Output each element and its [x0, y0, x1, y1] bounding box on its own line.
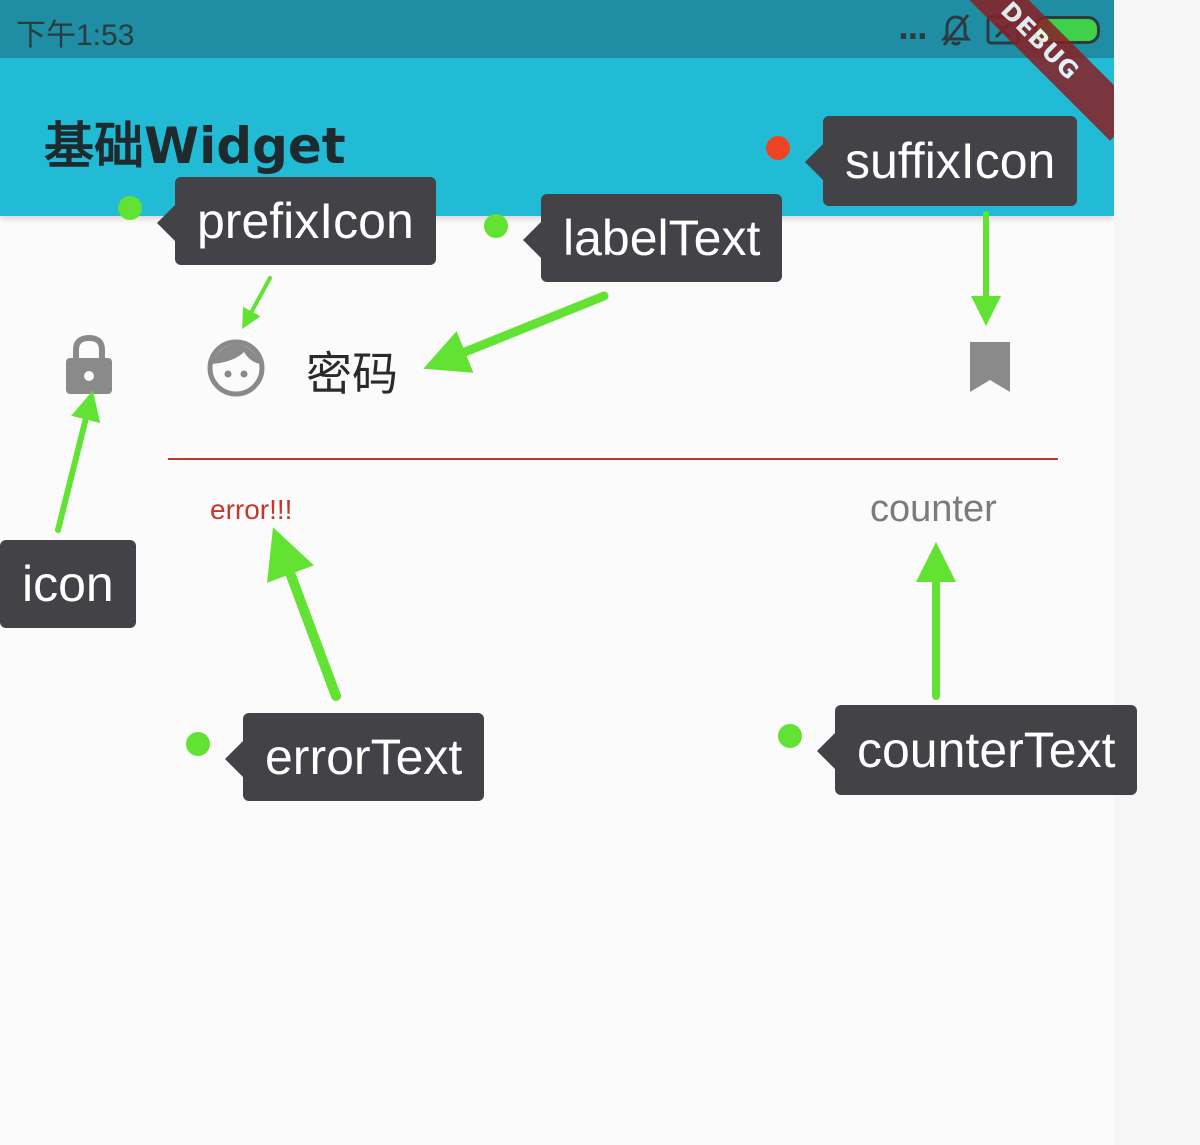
- password-label[interactable]: 密码: [306, 338, 398, 404]
- bell-off-icon: [941, 14, 971, 46]
- error-text: error!!!: [210, 494, 293, 525]
- prefix-icon-dot: [118, 196, 142, 220]
- label-text-callout: labelText: [522, 194, 783, 282]
- icon-callout: icon: [0, 540, 136, 628]
- more-dots-icon: ...: [897, 12, 928, 47]
- suffix-icon-dot: [766, 136, 790, 160]
- counter-text: counter: [870, 488, 997, 530]
- counter-text-dot: [778, 724, 802, 748]
- error-text-callout: errorText: [224, 713, 485, 801]
- lock-icon: [66, 334, 112, 394]
- prefix-icon-callout: prefixIcon: [157, 177, 436, 265]
- face-icon[interactable]: [206, 338, 266, 398]
- suffix-icon-callout: suffixIcon: [804, 116, 1078, 206]
- bookmark-icon[interactable]: [968, 340, 1012, 394]
- counter-text-callout: counterText: [816, 705, 1138, 795]
- app-title: 基础Widget: [44, 117, 346, 175]
- right-gutter: [1114, 0, 1200, 1145]
- status-bar: 下午1:53 ...: [0, 0, 1114, 58]
- error-text-dot: [186, 732, 210, 756]
- label-text-dot: [484, 214, 508, 238]
- status-time: 下午1:53: [16, 19, 135, 52]
- input-underline: [168, 458, 1058, 460]
